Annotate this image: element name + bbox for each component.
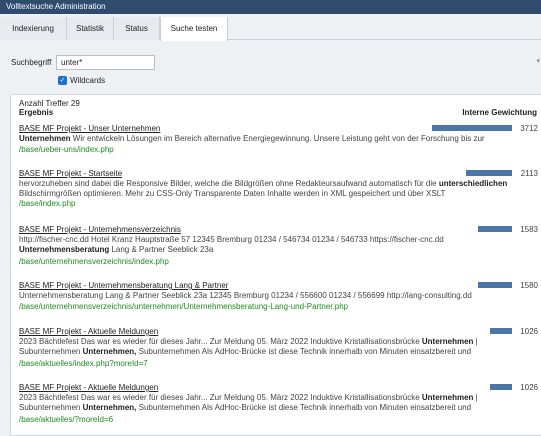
- result-url[interactable]: /base/ueber-uns/index.php: [19, 145, 114, 154]
- search-label: Suchbegriff: [11, 58, 52, 67]
- window-title: Volltextsuche Administration: [0, 0, 541, 14]
- tab-status[interactable]: Status: [114, 17, 160, 40]
- weight-bar: [490, 384, 512, 390]
- result-title-link[interactable]: BASE MF Projekt - Unternehmensberatung L…: [19, 281, 228, 290]
- result-snippet: 2023 Bächtlefest Das war es wieder für d…: [19, 393, 478, 412]
- weight-score: 2113: [520, 169, 538, 178]
- result-title-link[interactable]: BASE MF Projekt - Unser Unternehmen: [19, 124, 160, 133]
- result-item: BASE MF Projekt - Unternehmensberatung L…: [19, 281, 538, 317]
- weight-score: 1026: [520, 383, 538, 392]
- chevron-down-icon[interactable]: ▾: [536, 57, 540, 65]
- weight-bar: [466, 170, 512, 176]
- weight-score: 1026: [520, 327, 538, 336]
- result-count: Anzahl Treffer 29: [19, 99, 80, 108]
- tab-indexierung[interactable]: Indexierung: [0, 17, 67, 40]
- result-url[interactable]: /base/index.php: [19, 199, 76, 208]
- weight-bar: [478, 282, 512, 288]
- result-item: BASE MF Projekt - Aktuelle Meldungen 102…: [19, 327, 538, 373]
- result-snippet: Unternehmen Wir entwickeln Lösungen im B…: [19, 134, 485, 143]
- tab-suche-testen[interactable]: Suche testen: [160, 17, 228, 41]
- results-panel: Anzahl Treffer 29 Ergebnis Interne Gewic…: [10, 94, 541, 436]
- result-item: BASE MF Projekt - Unser Unternehmen 3712…: [19, 124, 538, 160]
- result-snippet: Unternehmensberatung Lang & Partner Seeb…: [19, 291, 472, 300]
- wildcards-checkbox[interactable]: ✓: [58, 76, 67, 85]
- result-title-link[interactable]: BASE MF Projekt - Aktuelle Meldungen: [19, 383, 158, 392]
- result-url[interactable]: /base/unternehmensverzeichnis/index.php: [19, 257, 169, 266]
- result-title-link[interactable]: BASE MF Projekt - Startseite: [19, 169, 122, 178]
- result-snippet: 2023 Bächtlefest Das war es wieder für d…: [19, 337, 478, 356]
- column-header-result: Ergebnis: [19, 108, 54, 117]
- weight-bar: [432, 125, 512, 131]
- tab-bar: Indexierung Statistik Status Suche teste…: [0, 17, 541, 41]
- result-url[interactable]: /base/aktuelles/index.php?moreId=7: [19, 359, 148, 368]
- search-input[interactable]: [56, 55, 155, 70]
- result-snippet: http://fischer-cnc.dd Hotel Kranz Haupts…: [19, 235, 444, 254]
- tab-statistik[interactable]: Statistik: [67, 17, 114, 40]
- result-snippet: hervorzuheben sind dabei die Responsive …: [19, 179, 508, 198]
- weight-score: 1583: [520, 225, 538, 234]
- weight-bar: [478, 226, 512, 232]
- weight-bar: [490, 328, 512, 334]
- result-item: BASE MF Projekt - Aktuelle Meldungen 102…: [19, 383, 538, 429]
- result-title-link[interactable]: BASE MF Projekt - Aktuelle Meldungen: [19, 327, 158, 336]
- weight-score: 1580: [520, 281, 538, 290]
- weight-score: 3712: [520, 124, 538, 133]
- result-url[interactable]: /base/aktuelles/?moreId=6: [19, 415, 113, 424]
- result-item: BASE MF Projekt - Startseite 2113 hervor…: [19, 169, 538, 215]
- column-header-weight: Interne Gewichtung: [462, 108, 537, 117]
- result-title-link[interactable]: BASE MF Projekt - Unternehmensverzeichni…: [19, 225, 181, 234]
- search-form: Suchbegriff ✓ Wildcards ▾: [0, 41, 541, 89]
- wildcards-label: Wildcards: [70, 76, 106, 85]
- result-item: BASE MF Projekt - Unternehmensverzeichni…: [19, 225, 538, 271]
- result-url[interactable]: /base/unternehmensverzeichnis/unternehme…: [19, 302, 348, 311]
